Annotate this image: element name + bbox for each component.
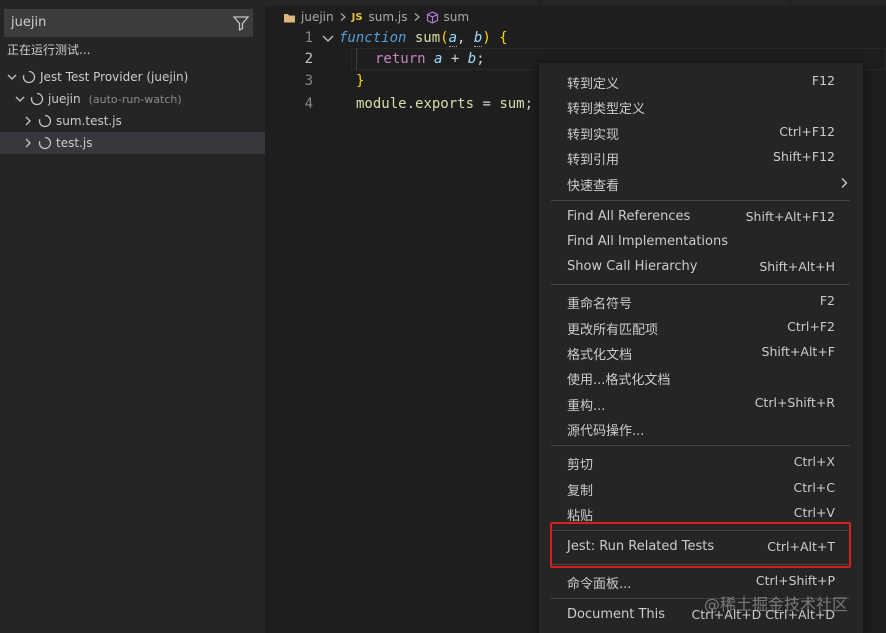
menu-item-shortcut: Ctrl+C bbox=[793, 479, 835, 495]
code-text: return a + b; bbox=[375, 51, 485, 67]
menu-item[interactable]: 转到实现 Ctrl+F12 bbox=[539, 120, 863, 145]
menu-item[interactable]: 转到定义 F12 bbox=[539, 69, 863, 94]
menu-item[interactable]: 格式化文档 Shift+Alt+F bbox=[539, 340, 863, 365]
tree-item-label: sum.test.js bbox=[56, 114, 122, 128]
menu-item-label: 剪切 bbox=[567, 458, 594, 474]
menu-item[interactable]: 命令面板... Ctrl+Shift+P bbox=[539, 569, 863, 594]
tree-item-sum-test[interactable]: sum.test.js bbox=[0, 110, 265, 132]
menu-separator bbox=[551, 284, 850, 286]
menu-item-label: 重命名符号 bbox=[567, 297, 633, 313]
menu-item-label: Find All Implementations bbox=[567, 233, 729, 249]
test-explorer-sidebar: juejin 正在运行测试... Jest Test Provider (jue… bbox=[0, 0, 265, 633]
submenu-chevron-icon bbox=[839, 177, 849, 189]
menu-item-label: Document This bbox=[567, 606, 666, 622]
menu-item-label: 复制 bbox=[567, 483, 594, 499]
folder-icon bbox=[283, 11, 296, 24]
line-number: 2 bbox=[304, 51, 313, 67]
menu-item[interactable]: 使用...格式化文档 bbox=[539, 365, 863, 390]
menu-separator bbox=[551, 445, 850, 447]
line-number: 4 bbox=[304, 96, 313, 112]
menu-separator bbox=[551, 199, 850, 201]
menu-item-label: 转到实现 bbox=[567, 127, 620, 143]
menu-item[interactable]: Show Call Hierarchy Shift+Alt+H bbox=[539, 255, 863, 280]
menu-item-label: Find All References bbox=[567, 208, 691, 224]
menu-item-shortcut: Ctrl+X bbox=[793, 454, 835, 470]
filter-icon[interactable] bbox=[232, 14, 250, 32]
loading-spinner-icon bbox=[38, 114, 52, 128]
chevron-right-icon[interactable] bbox=[20, 135, 36, 151]
watermark: @稀土掘金技术社区 bbox=[704, 595, 849, 614]
menu-item-label: 源代码操作... bbox=[567, 424, 645, 440]
menu-item[interactable]: Find All Implementations bbox=[539, 230, 863, 255]
menu-item-label: 更改所有匹配项 bbox=[567, 322, 659, 338]
menu-item-shortcut: Ctrl+F2 bbox=[787, 318, 835, 334]
annotation-highlight-box bbox=[550, 522, 851, 568]
menu-item-shortcut: Shift+F12 bbox=[773, 149, 835, 165]
code-text: function sum(a, b) { bbox=[339, 30, 508, 47]
fold-chevron-icon[interactable] bbox=[320, 30, 336, 46]
menu-item-shortcut: Ctrl+Shift+R bbox=[754, 394, 835, 410]
menu-item-label: 转到引用 bbox=[567, 153, 620, 169]
menu-item[interactable]: 转到类型定义 bbox=[539, 94, 863, 119]
menu-item[interactable]: 源代码操作... bbox=[539, 416, 863, 441]
line-number: 3 bbox=[304, 73, 313, 89]
menu-item-label: 快速查看 bbox=[567, 178, 620, 194]
code-text: } bbox=[356, 73, 365, 89]
line-number: 1 bbox=[304, 30, 313, 46]
code-line-1[interactable]: 1 function sum(a, b) { bbox=[265, 27, 886, 49]
menu-item-label: 转到类型定义 bbox=[567, 102, 646, 118]
breadcrumb-folder[interactable]: juejin bbox=[301, 10, 334, 24]
menu-item-shortcut: Shift+Alt+H bbox=[759, 259, 835, 275]
tree-item-label: test.js bbox=[56, 136, 93, 150]
chevron-down-icon[interactable] bbox=[4, 69, 20, 85]
menu-item[interactable]: 更改所有匹配项 Ctrl+F2 bbox=[539, 315, 863, 340]
loading-spinner-icon bbox=[38, 136, 52, 150]
chevron-right-icon bbox=[338, 12, 348, 22]
tree-item-description: (auto-run-watch) bbox=[88, 92, 182, 106]
tree-item-label: Jest Test Provider (juejin) bbox=[40, 70, 189, 84]
menu-item[interactable]: 重命名符号 F2 bbox=[539, 289, 863, 314]
menu-item-shortcut: Ctrl+Shift+P bbox=[755, 572, 835, 588]
js-file-icon: JS bbox=[351, 11, 363, 23]
chevron-down-icon[interactable] bbox=[12, 91, 28, 107]
test-run-status: 正在运行测试... bbox=[7, 43, 91, 57]
menu-item[interactable]: 重构... Ctrl+Shift+R bbox=[539, 391, 863, 416]
symbol-cube-icon bbox=[426, 10, 439, 24]
menu-item-label: 重构... bbox=[567, 398, 606, 414]
menu-item-shortcut: F2 bbox=[819, 293, 835, 309]
menu-item-shortcut: Shift+Alt+F bbox=[761, 344, 835, 359]
menu-item[interactable]: 转到引用 Shift+F12 bbox=[539, 145, 863, 170]
menu-item-label: Show Call Hierarchy bbox=[567, 259, 698, 275]
editor-tabs-strip bbox=[265, 0, 886, 6]
test-filter-input[interactable]: juejin bbox=[11, 15, 46, 30]
chevron-right-icon[interactable] bbox=[20, 113, 36, 129]
code-text: module.exports = sum; bbox=[356, 96, 534, 112]
menu-item-shortcut: Shift+Alt+F12 bbox=[745, 208, 835, 224]
menu-item[interactable]: Find All References Shift+Alt+F12 bbox=[539, 205, 863, 230]
menu-item-shortcut: Ctrl+F12 bbox=[779, 123, 835, 139]
tree-item-label: juejin bbox=[48, 92, 81, 106]
menu-item-shortcut: Ctrl+V bbox=[793, 504, 835, 520]
loading-spinner-icon bbox=[30, 92, 44, 106]
menu-item-label: 格式化文档 bbox=[567, 348, 633, 363]
test-filter-box[interactable]: juejin bbox=[4, 9, 253, 37]
loading-spinner-icon bbox=[22, 70, 36, 84]
menu-item[interactable]: 快速查看 bbox=[539, 171, 863, 196]
breadcrumb-file[interactable]: sum.js bbox=[369, 10, 408, 24]
tree-item-test-js[interactable]: test.js bbox=[0, 132, 265, 154]
chevron-right-icon bbox=[412, 12, 422, 22]
menu-item[interactable]: 复制 Ctrl+C bbox=[539, 476, 863, 501]
tree-item-workspace[interactable]: juejin (auto-run-watch) bbox=[0, 88, 265, 110]
breadcrumb-symbol[interactable]: sum bbox=[444, 10, 470, 24]
breadcrumb: juejin JS sum.js sum bbox=[283, 8, 469, 26]
menu-item-label: 使用...格式化文档 bbox=[567, 373, 671, 389]
menu-item-shortcut: F12 bbox=[811, 73, 835, 88]
menu-item-label: 命令面板... bbox=[567, 576, 632, 592]
menu-item-label: 转到定义 bbox=[567, 77, 620, 92]
menu-item[interactable]: 剪切 Ctrl+X bbox=[539, 450, 863, 475]
tree-item-provider[interactable]: Jest Test Provider (juejin) bbox=[0, 66, 265, 88]
